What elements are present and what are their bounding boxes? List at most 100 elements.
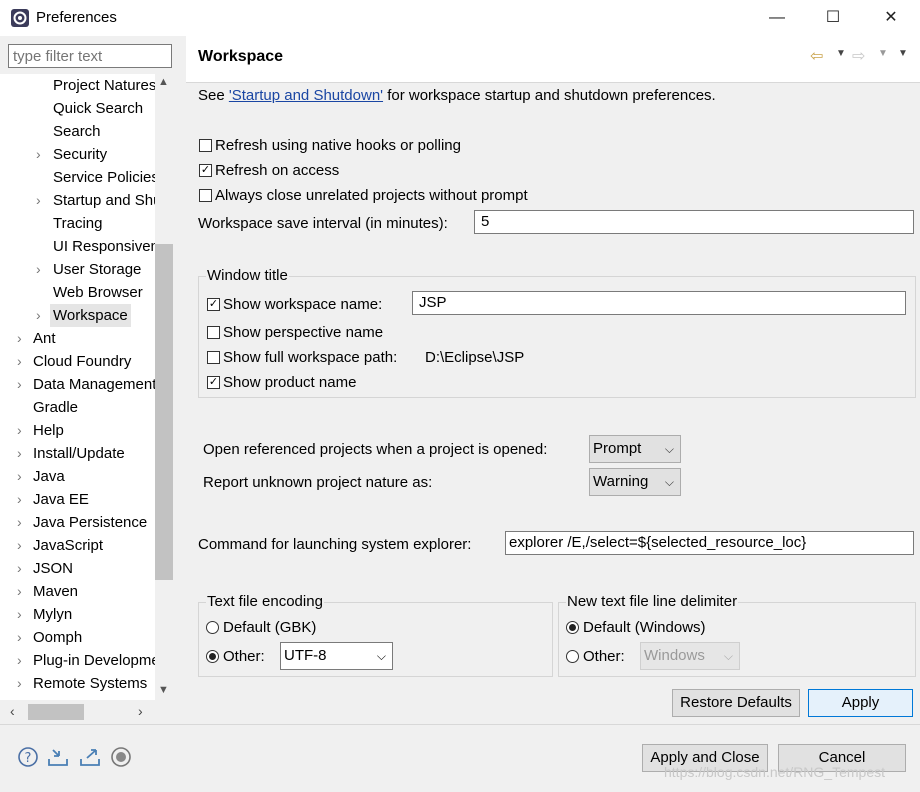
encoding-select[interactable]: UTF-8 ⌵ (280, 642, 393, 670)
delimiter-default-radio[interactable] (566, 621, 579, 634)
intro-text: See 'Startup and Shutdown' for workspace… (198, 87, 716, 104)
tree-item-label: Plug-in Development (33, 652, 172, 669)
encoding-default-label: Default (GBK) (223, 619, 317, 636)
chevron-right-icon[interactable]: › (36, 143, 46, 166)
tree-item-label: JavaScript (33, 537, 104, 554)
save-interval-label: Workspace save interval (in minutes): (198, 215, 448, 232)
tree-item-label: Quick Search (53, 100, 144, 117)
footer-separator (0, 724, 920, 725)
report-nature-value: Warning (593, 473, 649, 490)
chevron-right-icon[interactable]: › (36, 258, 46, 281)
chevron-right-icon[interactable]: › (17, 350, 27, 373)
chevron-right-icon[interactable]: › (17, 511, 27, 534)
intro-text-before: See (198, 87, 229, 104)
show-workspace-name-checkbox[interactable]: ✓ (207, 298, 220, 311)
chevron-right-icon[interactable]: › (17, 465, 27, 488)
always-close-checkbox[interactable] (199, 189, 212, 202)
restore-defaults-button[interactable]: Restore Defaults (672, 689, 800, 717)
encoding-other-radio[interactable] (206, 650, 219, 663)
chevron-down-icon: ⌵ (664, 442, 674, 456)
close-window-button[interactable]: ✕ (868, 0, 914, 36)
encoding-default-radio[interactable] (206, 621, 219, 634)
tree-item-label: Oomph (33, 629, 83, 646)
chevron-right-icon[interactable]: › (17, 603, 27, 626)
forward-dropdown-icon[interactable]: ▼ (878, 48, 888, 59)
scroll-up-icon[interactable]: ▲ (158, 76, 169, 88)
chevron-right-icon[interactable]: › (17, 672, 27, 695)
preference-tree: Project Natures Quick Search Search › Sec… (0, 74, 172, 700)
delimiter-select[interactable]: Windows ⌵ (640, 642, 740, 670)
export-icon[interactable] (79, 746, 101, 768)
report-nature-select[interactable]: Warning ⌵ (589, 468, 681, 496)
delimiter-default-label: Default (Windows) (583, 619, 706, 636)
save-interval-input[interactable]: 5 (474, 210, 914, 234)
encoding-group-label: Text file encoding (206, 593, 324, 610)
refresh-access-checkbox[interactable]: ✓ (199, 164, 212, 177)
tree-vertical-scroll-thumb[interactable] (155, 244, 173, 580)
chevron-right-icon[interactable]: › (17, 534, 27, 557)
refresh-native-label: Refresh using native hooks or polling (215, 137, 461, 154)
show-perspective-checkbox[interactable] (207, 326, 220, 339)
watermark: https://blog.csdn.net/RNG_Tempest (664, 764, 885, 780)
tree-item-label: Java EE (33, 491, 89, 508)
forward-arrow-icon[interactable]: ⇨ (852, 46, 865, 66)
tree-item-label: Tracing (53, 215, 103, 232)
open-referenced-select[interactable]: Prompt ⌵ (589, 435, 681, 463)
filter-input[interactable] (8, 44, 172, 68)
tree-item-label: Web Browser (53, 284, 143, 301)
encoding-value: UTF-8 (284, 647, 327, 664)
view-menu-icon[interactable]: ▼ (898, 48, 908, 59)
chevron-right-icon[interactable]: › (17, 327, 27, 350)
scroll-right-icon[interactable]: › (138, 703, 143, 719)
tree-item-label: Service Policies (53, 169, 159, 186)
tree-item-label: Help (33, 422, 64, 439)
tree-item-label: Install/Update (33, 445, 125, 462)
always-close-label: Always close unrelated projects without … (215, 187, 528, 204)
minimize-button[interactable]: — (754, 0, 800, 36)
workspace-name-input[interactable]: JSP (412, 291, 906, 315)
chevron-right-icon[interactable]: › (17, 419, 27, 442)
maximize-button[interactable]: ☐ (810, 0, 856, 36)
apply-button[interactable]: Apply (808, 689, 913, 717)
eclipse-app-icon (10, 8, 30, 28)
refresh-native-checkbox[interactable] (199, 139, 212, 152)
show-product-label: Show product name (223, 374, 357, 391)
chevron-right-icon[interactable]: › (17, 649, 27, 672)
help-icon[interactable]: ? (17, 746, 39, 768)
chevron-down-icon: ⌵ (664, 475, 674, 489)
show-product-checkbox[interactable]: ✓ (207, 376, 220, 389)
back-arrow-icon[interactable]: ⇦ (810, 46, 823, 66)
chevron-right-icon[interactable]: › (17, 442, 27, 465)
window-title-group-label: Window title (206, 267, 289, 284)
explorer-command-input[interactable]: explorer /E,/select=${selected_resource_… (505, 531, 914, 555)
chevron-right-icon[interactable]: › (36, 189, 46, 212)
startup-shutdown-link[interactable]: 'Startup and Shutdown' (229, 87, 383, 104)
show-path-label: Show full workspace path: (223, 349, 398, 366)
chevron-right-icon[interactable]: › (17, 373, 27, 396)
chevron-right-icon[interactable]: › (17, 488, 27, 511)
workspace-path-value: D:\Eclipse\JSP (425, 349, 525, 366)
import-icon[interactable] (47, 746, 69, 768)
svg-text:?: ? (25, 751, 32, 766)
back-dropdown-icon[interactable]: ▼ (836, 48, 846, 59)
tree-item-label: Project Natures (53, 77, 157, 94)
delimiter-other-radio[interactable] (566, 650, 579, 663)
chevron-down-icon: ⌵ (723, 649, 733, 663)
scroll-left-icon[interactable]: ‹ (10, 703, 15, 719)
tree-item-label: Mylyn (33, 606, 73, 623)
chevron-right-icon[interactable]: › (17, 557, 27, 580)
delimiter-group-label: New text file line delimiter (566, 593, 739, 610)
delimiter-value: Windows (644, 647, 705, 664)
record-icon[interactable] (110, 746, 132, 768)
page-title: Workspace (198, 48, 284, 65)
show-path-checkbox[interactable] (207, 351, 220, 364)
chevron-right-icon[interactable]: › (36, 304, 46, 327)
delimiter-other-label: Other: (583, 648, 625, 665)
scroll-down-icon[interactable]: ▼ (158, 684, 169, 696)
chevron-right-icon[interactable]: › (17, 580, 27, 603)
open-referenced-label: Open referenced projects when a project … (203, 441, 548, 458)
tree-horizontal-scrollbar[interactable] (0, 700, 172, 724)
chevron-right-icon[interactable]: › (17, 626, 27, 649)
report-nature-label: Report unknown project nature as: (203, 474, 433, 491)
tree-horizontal-scroll-thumb[interactable] (28, 704, 84, 720)
